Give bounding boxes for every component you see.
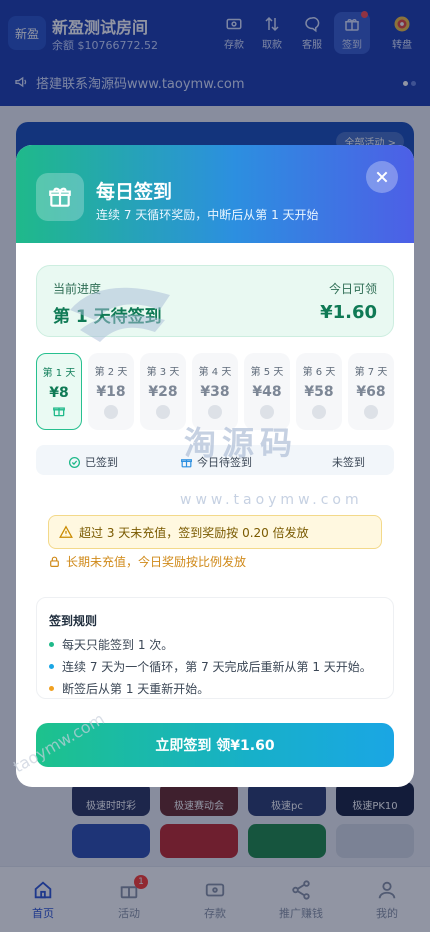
lock-icon bbox=[50, 556, 59, 567]
day-card-6[interactable]: 第 6 天 ¥58 bbox=[296, 353, 342, 430]
day-amount: ¥18 bbox=[96, 384, 126, 400]
legend-text: 已签到 bbox=[85, 456, 118, 469]
modal-subtitle: 连续 7 天循环奖励，中断后从第 1 天开始 bbox=[96, 208, 319, 222]
watermark-logo bbox=[70, 287, 170, 342]
close-icon bbox=[376, 171, 388, 183]
recharge-warning: 超过 3 天未充值，签到奖励按 0.20 倍发放 bbox=[48, 515, 382, 549]
lock-note: 长期未充值，今日奖励按比例发放 bbox=[48, 553, 246, 570]
close-button[interactable] bbox=[366, 161, 398, 193]
day-card-2[interactable]: 第 2 天 ¥18 bbox=[88, 353, 134, 430]
rule-item: 每天只能签到 1 次。 bbox=[49, 636, 173, 653]
day-label: 第 5 天 bbox=[250, 367, 284, 378]
check-circle-icon bbox=[68, 456, 81, 468]
watermark-text: 淘源码 bbox=[184, 424, 299, 462]
day-amount: ¥68 bbox=[356, 384, 386, 400]
today-value: ¥1.60 bbox=[320, 302, 377, 323]
pending-circle-icon bbox=[208, 405, 222, 419]
warning-icon bbox=[59, 525, 73, 538]
day-card-1[interactable]: 第 1 天 ¥8 bbox=[36, 353, 82, 430]
warning-text: 超过 3 天未充值，签到奖励按 0.20 倍发放 bbox=[79, 525, 309, 540]
modal-title: 每日签到 bbox=[96, 181, 173, 203]
modal-gift-badge bbox=[36, 173, 84, 221]
rule-text: 每天只能签到 1 次。 bbox=[62, 638, 174, 652]
day-amount: ¥28 bbox=[148, 384, 178, 400]
legend-signed: 已签到 bbox=[68, 454, 118, 470]
rule-item: 断签后从第 1 天重新开始。 bbox=[49, 680, 209, 697]
day-label: 第 3 天 bbox=[146, 367, 180, 378]
day-label: 第 4 天 bbox=[198, 367, 232, 378]
pending-circle-icon bbox=[312, 405, 326, 419]
day-card-7[interactable]: 第 7 天 ¥68 bbox=[348, 353, 394, 430]
day-amount: ¥38 bbox=[200, 384, 230, 400]
rules-card: 签到规则 每天只能签到 1 次。 连续 7 天为一个循环，第 7 天完成后重新从… bbox=[36, 597, 394, 699]
pending-circle-icon bbox=[156, 405, 170, 419]
watermark-url: www.taoymw.com bbox=[180, 492, 363, 508]
lock-note-text: 长期未充值，今日奖励按比例发放 bbox=[66, 555, 247, 569]
legend-text: 未签到 bbox=[332, 456, 365, 469]
rule-item: 连续 7 天为一个循环，第 7 天完成后重新从第 1 天开始。 bbox=[49, 658, 372, 675]
day-card-3[interactable]: 第 3 天 ¥28 bbox=[140, 353, 186, 430]
day-amount: ¥58 bbox=[304, 384, 334, 400]
daily-signin-modal: 每日签到 连续 7 天循环奖励，中断后从第 1 天开始 当前进度 第 1 天待签… bbox=[16, 145, 414, 787]
legend-unsigned: 未签到 bbox=[332, 454, 365, 470]
day-label: 第 7 天 bbox=[354, 367, 388, 378]
pending-circle-icon bbox=[104, 405, 118, 419]
modal-header: 每日签到 连续 7 天循环奖励，中断后从第 1 天开始 bbox=[16, 145, 414, 243]
rule-text: 断签后从第 1 天重新开始。 bbox=[62, 682, 210, 696]
pending-circle-icon bbox=[364, 405, 378, 419]
pending-circle-icon bbox=[260, 405, 274, 419]
day-label: 第 1 天 bbox=[42, 368, 76, 379]
day-label: 第 2 天 bbox=[94, 367, 128, 378]
day-label: 第 6 天 bbox=[302, 367, 336, 378]
rule-text: 连续 7 天为一个循环，第 7 天完成后重新从第 1 天开始。 bbox=[62, 660, 372, 674]
day-amount: ¥48 bbox=[252, 384, 282, 400]
rules-title: 签到规则 bbox=[49, 614, 98, 628]
gift-icon bbox=[49, 187, 71, 207]
gift-icon bbox=[53, 407, 65, 417]
today-label: 今日可领 bbox=[328, 282, 377, 296]
day-amount: ¥8 bbox=[49, 385, 69, 401]
